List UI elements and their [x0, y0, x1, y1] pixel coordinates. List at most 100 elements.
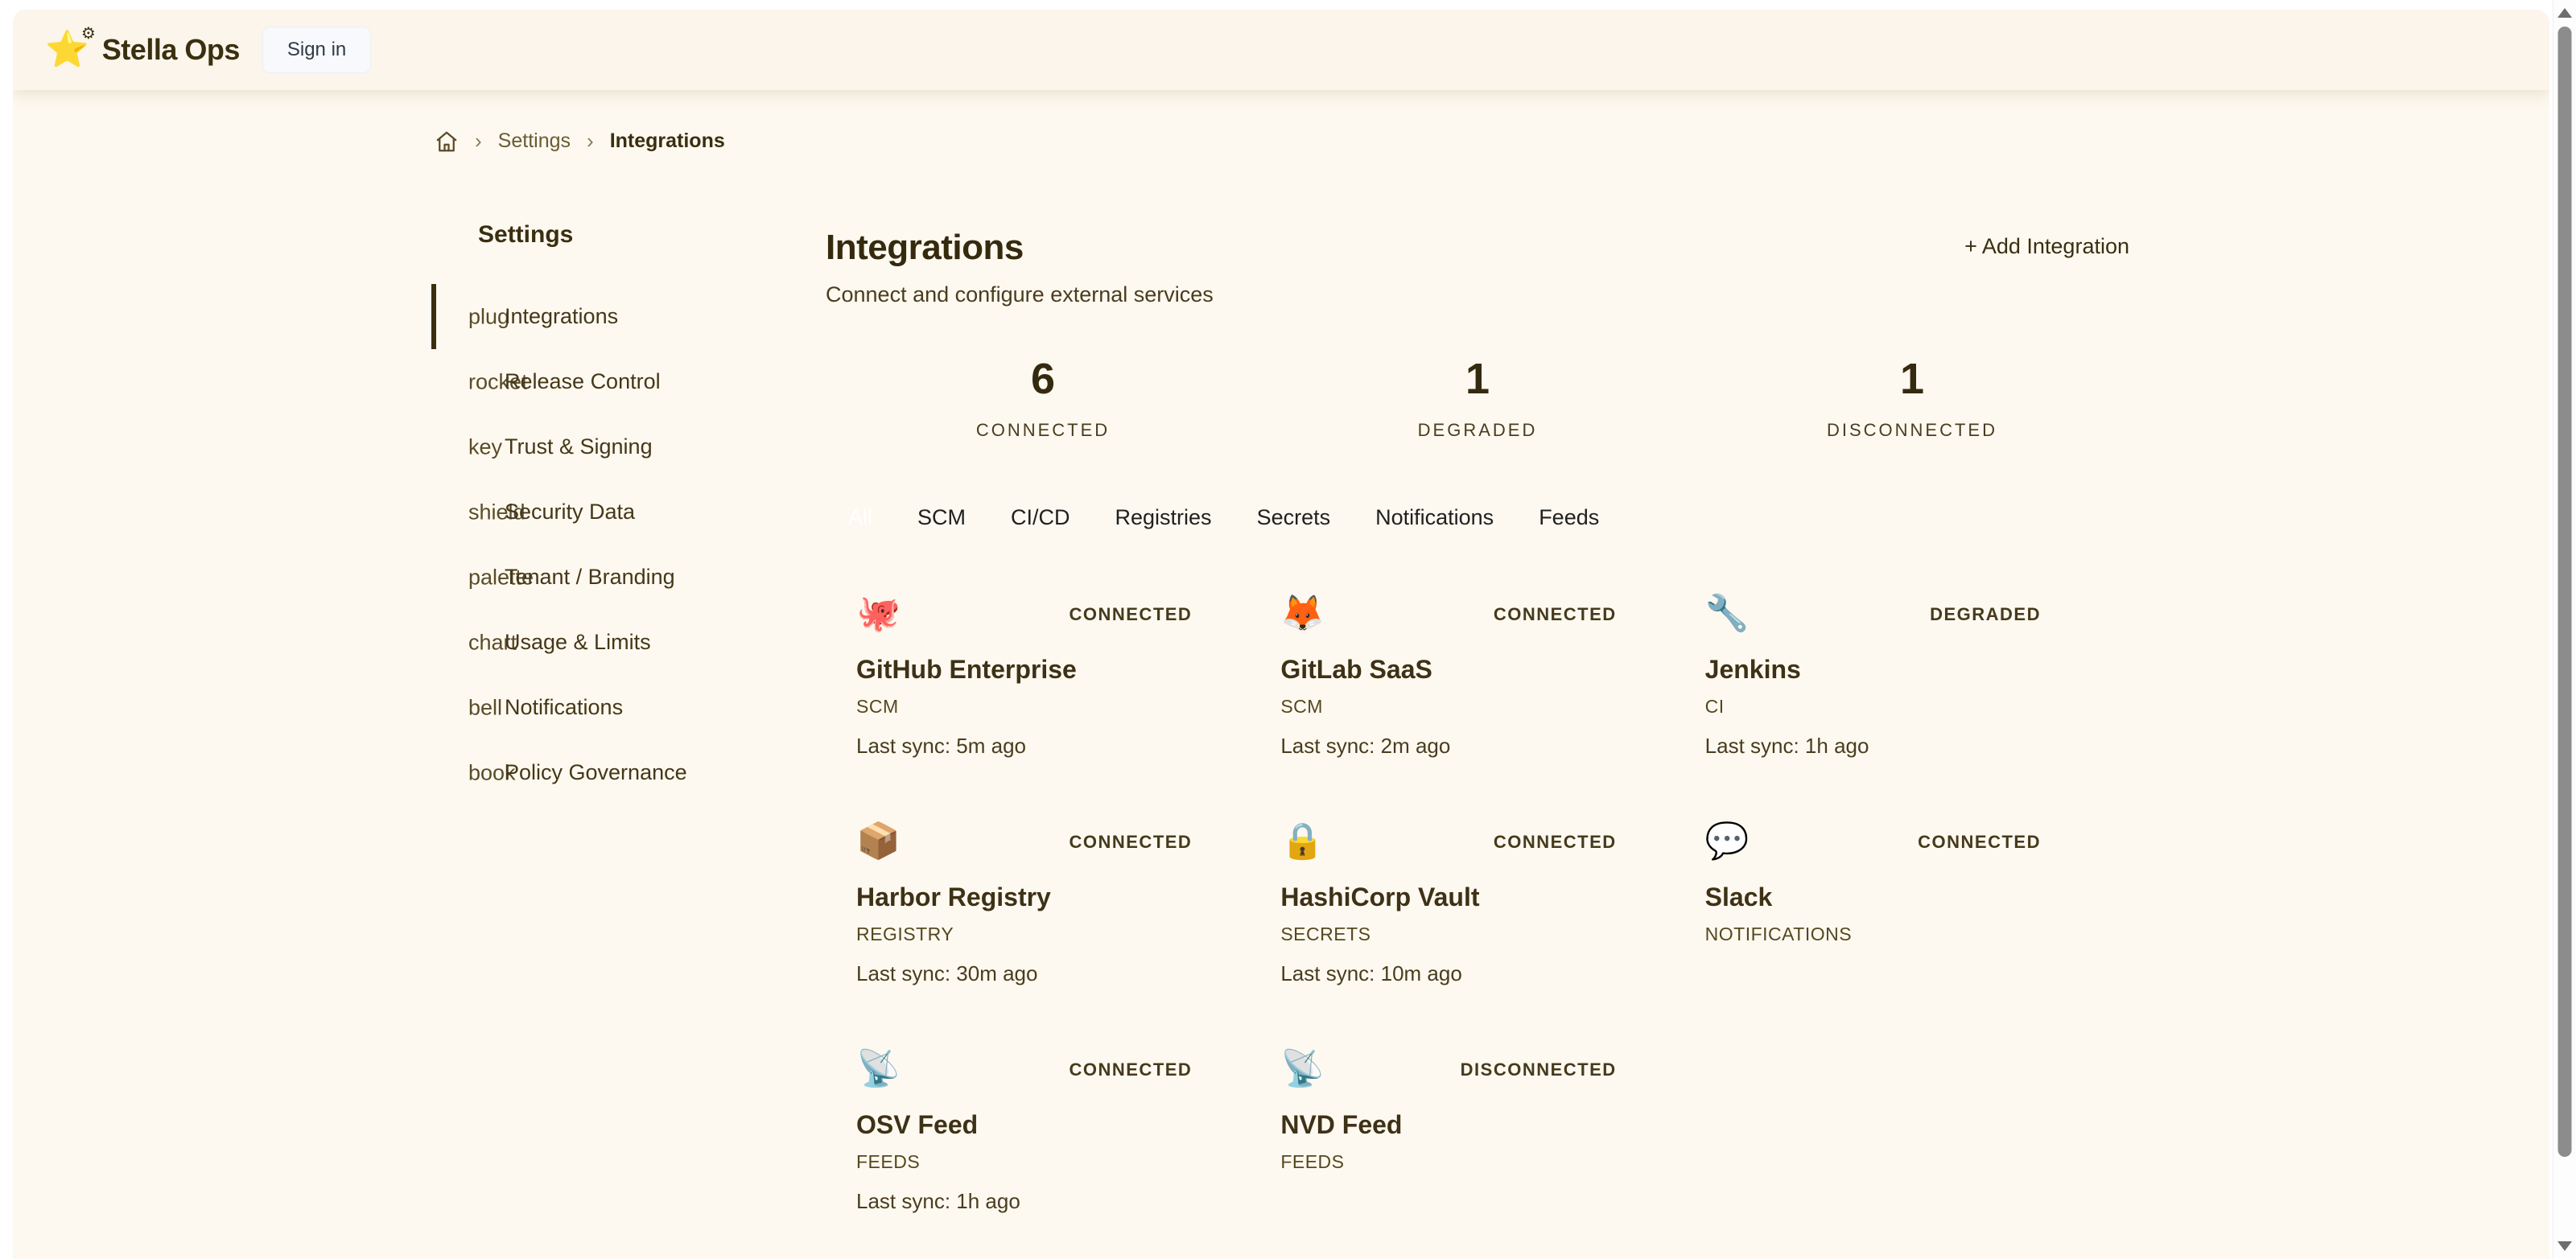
sidebar-item-notifications[interactable]: bell Notifications — [431, 675, 826, 740]
integration-category: SCM — [1280, 696, 1616, 718]
status-badge: DEGRADED — [1930, 604, 2041, 625]
integration-last-sync: Last sync: 1h ago — [856, 1189, 1192, 1214]
integration-category: REGISTRY — [856, 924, 1192, 945]
integration-last-sync: Last sync: 10m ago — [1280, 961, 1616, 986]
breadcrumb-separator: › — [587, 129, 594, 154]
brand-title: Stella Ops — [102, 33, 240, 67]
integration-category: NOTIFICATIONS — [1705, 924, 2041, 945]
integration-cards: 🐙 CONNECTED GitHub Enterprise SCM Last s… — [826, 593, 2129, 1229]
integration-name: Harbor Registry — [856, 883, 1192, 912]
stat-connected: 6 CONNECTED — [826, 354, 1260, 441]
stat-value: 1 — [1260, 354, 1695, 404]
sidebar-item-policy-governance[interactable]: book Policy Governance — [431, 740, 826, 805]
status-badge: CONNECTED — [1069, 1059, 1192, 1080]
scrollbar-thumb[interactable] — [2558, 27, 2572, 1157]
sidebar-item-security-data[interactable]: shield Security Data — [431, 479, 826, 545]
breadcrumb: › Settings › Integrations — [435, 129, 2549, 154]
sidebar-item-label: Release Control — [505, 369, 661, 394]
status-badge: CONNECTED — [1494, 604, 1617, 625]
page-title: Integrations — [826, 228, 1214, 268]
card-harbor-registry[interactable]: 📦 CONNECTED Harbor Registry REGISTRY Las… — [856, 821, 1280, 1002]
satellite-icon: 📡 — [1280, 1048, 1325, 1091]
integration-category: FEEDS — [856, 1151, 1192, 1173]
integration-name: GitLab SaaS — [1280, 655, 1616, 685]
integration-category: FEEDS — [1280, 1151, 1616, 1173]
sidebar-item-label: Trust & Signing — [505, 434, 653, 459]
octopus-icon: 🐙 — [856, 593, 901, 636]
card-osv-feed[interactable]: 📡 CONNECTED OSV Feed FEEDS Last sync: 1h… — [856, 1048, 1280, 1229]
page-subtitle: Connect and configure external services — [826, 282, 1214, 307]
category-tabs: All SCM CI/CD Registries Secrets Notific… — [826, 505, 2129, 530]
sidebar-item-label: Usage & Limits — [505, 630, 651, 655]
scroll-up-arrow-icon[interactable] — [2557, 8, 2572, 18]
stat-value: 1 — [1695, 354, 2129, 404]
tab-notifications[interactable]: Notifications — [1375, 505, 1494, 530]
integration-name: GitHub Enterprise — [856, 655, 1192, 685]
stat-degraded: 1 DEGRADED — [1260, 354, 1695, 441]
sidebar-heading: Settings — [431, 221, 826, 249]
package-icon: 📦 — [856, 821, 901, 863]
sign-in-button[interactable]: Sign in — [262, 27, 371, 73]
card-slack[interactable]: 💬 CONNECTED Slack NOTIFICATIONS — [1705, 821, 2129, 1002]
integration-last-sync: Last sync: 2m ago — [1280, 734, 1616, 759]
sidebar-item-usage-limits[interactable]: chart Usage & Limits — [431, 610, 826, 675]
sidebar-item-label: Security Data — [505, 500, 635, 525]
breadcrumb-integrations: Integrations — [610, 130, 725, 153]
card-gitlab-saas[interactable]: 🦊 CONNECTED GitLab SaaS SCM Last sync: 2… — [1280, 593, 1704, 774]
sidebar-item-integrations[interactable]: plug Integrations — [431, 284, 826, 349]
status-badge: DISCONNECTED — [1461, 1059, 1617, 1080]
integration-last-sync: Last sync: 5m ago — [856, 734, 1192, 759]
app-page: ⭐⚙ Stella Ops Sign in › Settings › Integ… — [13, 10, 2549, 1259]
integration-name: Jenkins — [1705, 655, 2041, 685]
card-nvd-feed[interactable]: 📡 DISCONNECTED NVD Feed FEEDS — [1280, 1048, 1704, 1229]
scroll-down-arrow-icon[interactable] — [2557, 1241, 2572, 1251]
sidebar-item-label: Policy Governance — [505, 760, 687, 785]
integration-category: SCM — [856, 696, 1192, 718]
sidebar-item-label: Tenant / Branding — [505, 565, 675, 590]
empty-grid-cell — [1705, 1048, 2129, 1229]
sidebar-item-release-control[interactable]: rocket Release Control — [431, 349, 826, 414]
integration-name: Slack — [1705, 883, 2041, 912]
breadcrumb-separator: › — [475, 129, 482, 154]
tab-registries[interactable]: Registries — [1115, 505, 1212, 530]
stat-value: 6 — [826, 354, 1260, 404]
card-github-enterprise[interactable]: 🐙 CONNECTED GitHub Enterprise SCM Last s… — [856, 593, 1280, 774]
tab-scm[interactable]: SCM — [917, 505, 966, 530]
vertical-scrollbar[interactable] — [2553, 0, 2576, 1259]
stat-label: CONNECTED — [826, 420, 1260, 441]
integration-last-sync — [1280, 1189, 1616, 1213]
sidebar-item-tenant-branding[interactable]: palette Tenant / Branding — [431, 545, 826, 610]
status-badge: CONNECTED — [1494, 832, 1617, 853]
integration-name: NVD Feed — [1280, 1110, 1616, 1140]
wrench-icon: 🔧 — [1705, 593, 1750, 636]
plug-icon: plug — [468, 304, 509, 329]
tab-all[interactable]: All — [848, 505, 872, 530]
add-integration-button[interactable]: + Add Integration — [1964, 234, 2129, 259]
tab-cicd[interactable]: CI/CD — [1011, 505, 1070, 530]
home-icon[interactable] — [435, 130, 459, 154]
top-bar: ⭐⚙ Stella Ops Sign in — [13, 10, 2549, 90]
stat-disconnected: 1 DISCONNECTED — [1695, 354, 2129, 441]
key-icon: key — [468, 434, 502, 459]
bell-icon: bell — [468, 695, 502, 720]
card-jenkins[interactable]: 🔧 DEGRADED Jenkins CI Last sync: 1h ago — [1705, 593, 2129, 774]
settings-sidebar: Settings plug Integrations rocket Releas… — [431, 221, 826, 1229]
speech-balloon-icon: 💬 — [1705, 821, 1750, 863]
gear-icon: ⚙ — [81, 26, 96, 42]
status-summary: 6 CONNECTED 1 DEGRADED 1 DISCONNECTED — [826, 354, 2129, 441]
tab-feeds[interactable]: Feeds — [1539, 505, 1599, 530]
sidebar-item-label: Notifications — [505, 695, 623, 720]
breadcrumb-settings[interactable]: Settings — [498, 130, 571, 153]
card-hashicorp-vault[interactable]: 🔒 CONNECTED HashiCorp Vault SECRETS Last… — [1280, 821, 1704, 1002]
integration-last-sync — [1705, 961, 2041, 985]
integration-category: SECRETS — [1280, 924, 1616, 945]
sidebar-item-trust-signing[interactable]: key Trust & Signing — [431, 414, 826, 479]
stat-label: DEGRADED — [1260, 420, 1695, 441]
integration-name: OSV Feed — [856, 1110, 1192, 1140]
sidebar-nav: plug Integrations rocket Release Control… — [431, 284, 826, 805]
status-badge: CONNECTED — [1069, 832, 1192, 853]
status-badge: CONNECTED — [1069, 604, 1192, 625]
fox-icon: 🦊 — [1280, 593, 1325, 636]
tab-secrets[interactable]: Secrets — [1257, 505, 1331, 530]
integration-name: HashiCorp Vault — [1280, 883, 1616, 912]
